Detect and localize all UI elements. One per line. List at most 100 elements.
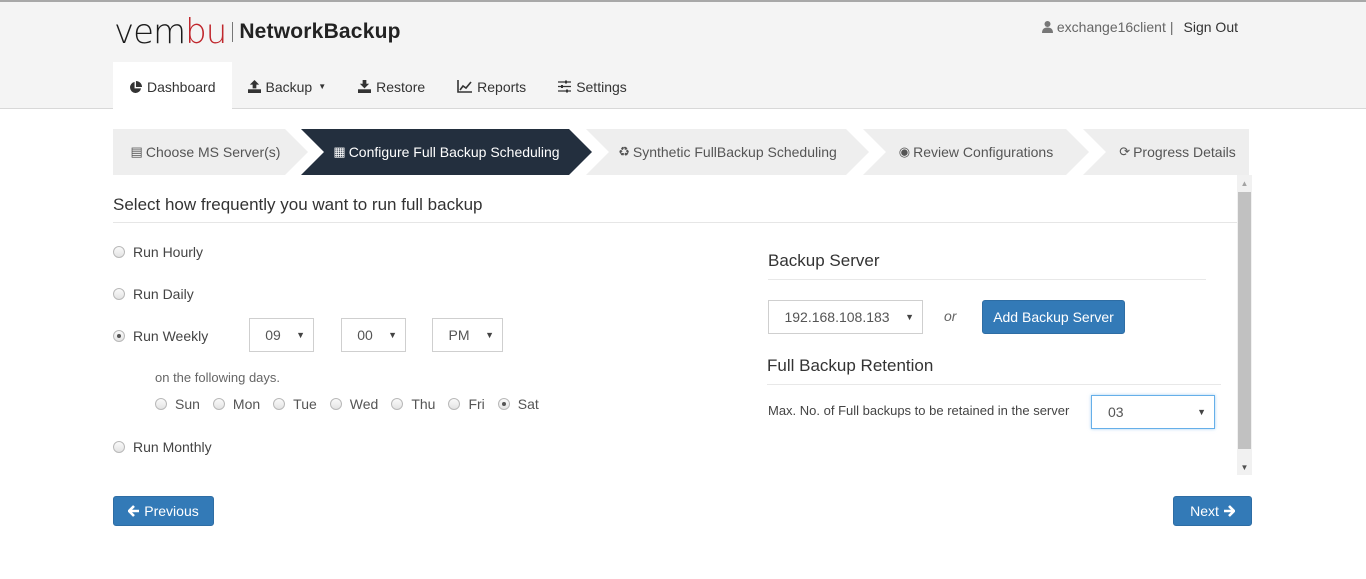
panel-scrollbar[interactable]: ▲ ▼ [1237,175,1252,475]
nav-settings[interactable]: Settings [542,62,643,111]
scroll-down-icon[interactable]: ▼ [1237,459,1252,475]
user-icon [1041,21,1053,33]
nav-restore-label: Restore [376,78,426,95]
day-tue[interactable]: Tue [273,396,317,412]
day-label: Mon [232,396,261,412]
day-selector: Sun Mon Tue Wed Thu Fri Sat [155,396,545,412]
retention-count-select[interactable]: 03 ▼ [1091,395,1215,429]
ampm-select[interactable]: PM ▼ [432,318,503,352]
scroll-up-icon[interactable]: ▲ [1237,175,1252,191]
eye-icon: ◉ [898,144,911,159]
nav-reports-label: Reports [477,78,527,95]
minute-value: 00 [357,327,373,343]
nav-settings-label: Settings [576,78,627,95]
radio-monthly[interactable] [113,441,125,453]
page-heading: Select how frequently you want to run fu… [113,195,483,214]
step-label: Configure Full Backup Scheduling [348,144,560,160]
next-label: Next [1190,503,1219,519]
option-run-hourly[interactable]: Run Hourly [113,244,203,260]
days-label: on the following days. [155,370,281,385]
line-chart-icon [457,80,473,93]
nav-reports[interactable]: Reports [441,62,542,111]
nav-dashboard[interactable]: Dashboard [113,62,232,112]
refresh-icon: ⟳ [1119,144,1131,159]
chevron-down-icon: ▼ [905,312,914,322]
day-sat[interactable]: Sat [497,396,539,412]
retention-value: 03 [1108,404,1124,420]
nav-backup-label: Backup [265,78,313,95]
upload-icon [247,80,261,93]
day-label: Fri [468,396,485,412]
option-run-daily[interactable]: Run Daily [113,286,194,302]
option-label: Run Weekly [133,328,209,344]
calendar-icon: ▦ [333,144,346,159]
radio-thu[interactable] [391,398,404,410]
radio-sat[interactable] [497,398,510,410]
hour-value: 09 [265,327,281,343]
retention-divider [767,384,1221,385]
option-run-weekly[interactable]: Run Weekly [113,328,208,344]
heading-divider [113,222,1237,223]
nav-restore[interactable]: Restore [342,62,441,111]
nav-dashboard-label: Dashboard [147,79,216,95]
backup-server-value: 192.168.108.183 [784,309,890,325]
radio-tue[interactable] [273,398,286,410]
vembu-logo: vembu NetworkBackup [114,14,401,50]
radio-mon[interactable] [212,398,225,410]
radio-fri[interactable] [448,398,461,410]
option-label: Run Hourly [133,244,204,260]
arrow-left-icon [128,505,140,517]
wizard-step-progress-details[interactable]: ⟳ Progress Details [1106,129,1249,175]
day-wed[interactable]: Wed [329,396,378,412]
wizard-step-review-configurations[interactable]: ◉ Review Configurations [886,129,1066,175]
option-label: Run Daily [133,286,194,302]
step-label: Choose MS Server(s) [145,144,281,160]
day-label: Thu [411,396,436,412]
sign-out-link[interactable]: Sign Out [1184,19,1238,35]
chevron-down-icon: ▼ [1197,407,1206,417]
scrollbar-thumb[interactable] [1238,192,1251,449]
wizard-steps: ▤ Choose MS Server(s) ▦ Configure Full B… [113,129,1249,175]
backup-server-select[interactable]: 192.168.108.183 ▼ [768,300,923,334]
day-label: Sun [175,396,200,412]
logo-divider [232,22,234,42]
chevron-down-icon: ▼ [388,330,397,340]
add-backup-server-button[interactable]: Add Backup Server [982,300,1125,334]
option-label: Run Monthly [133,439,212,455]
hour-select[interactable]: 09 ▼ [249,318,314,352]
chevron-down-icon: ▼ [485,330,494,340]
day-mon[interactable]: Mon [212,396,261,412]
top-header: vembu NetworkBackup exchange16client | S… [0,0,1366,112]
day-fri[interactable]: Fri [448,396,485,412]
radio-sun[interactable] [155,398,167,410]
radio-weekly[interactable] [113,330,125,342]
step-label: Synthetic FullBackup Scheduling [632,144,837,160]
wizard-step-choose-server[interactable]: ▤ Choose MS Server(s) [113,129,308,175]
nav-backup[interactable]: Backup ▼ [232,62,343,111]
sliders-icon [558,80,572,93]
previous-label: Previous [144,503,199,519]
chevron-down-icon: ▼ [296,330,305,340]
day-label: Sat [517,396,539,412]
day-sun[interactable]: Sun [155,396,200,412]
file-icon: ▤ [130,144,143,159]
logo-brand: vembu [114,12,227,52]
minute-select[interactable]: 00 ▼ [341,318,406,352]
wizard-step-synthetic-full-backup[interactable]: ♻ Synthetic FullBackup Scheduling [609,129,846,175]
radio-wed[interactable] [329,398,342,410]
retention-label: Max. No. of Full backups to be retained … [768,403,1070,418]
or-label: or [944,308,957,324]
retention-heading: Full Backup Retention [767,356,934,375]
previous-button[interactable]: Previous [113,496,214,526]
option-run-monthly[interactable]: Run Monthly [113,439,212,455]
radio-daily[interactable] [113,288,125,300]
wizard-step-configure-full-backup[interactable]: ▦ Configure Full Backup Scheduling [324,129,569,175]
schedule-panel: Select how frequently you want to run fu… [113,175,1237,475]
radio-hourly[interactable] [113,246,125,258]
caret-down-icon: ▼ [318,82,327,91]
step-label: Review Configurations [913,144,1054,160]
backup-server-heading: Backup Server [768,251,880,270]
next-button[interactable]: Next [1173,496,1252,526]
user-menu: exchange16client | Sign Out [1041,19,1238,35]
day-thu[interactable]: Thu [391,396,435,412]
